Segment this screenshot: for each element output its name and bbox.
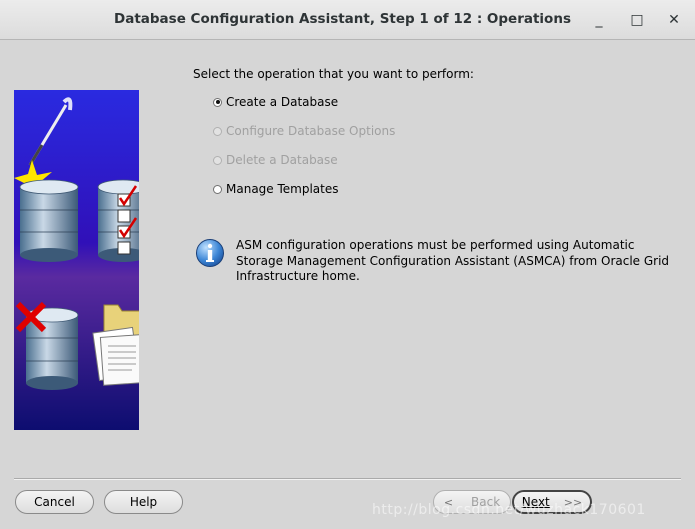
option-configure-database-options: Configure Database Options (213, 123, 395, 139)
cancel-button[interactable]: Cancel (15, 490, 94, 514)
maximize-button[interactable]: □ (626, 9, 648, 31)
help-button[interactable]: Help (104, 490, 183, 514)
watermark: http://blog.csdn.net/wuzhack170601 (372, 502, 646, 518)
option-label: Create a Database (226, 95, 339, 109)
option-label: Manage Templates (226, 182, 339, 196)
minimize-button[interactable]: _ (588, 9, 610, 31)
option-label: Delete a Database (226, 153, 338, 167)
dialog-content: Select the operation that you want to pe… (0, 40, 695, 529)
option-delete-database: Delete a Database (213, 152, 338, 168)
radio-button (213, 155, 222, 165)
footer-separator (14, 478, 681, 480)
wizard-illustration (14, 90, 139, 430)
option-create-database[interactable]: Create a Database (213, 94, 338, 110)
info-icon (196, 239, 224, 267)
radio-button[interactable] (213, 97, 222, 107)
asm-info-message: ASM configuration operations must be per… (236, 238, 670, 283)
close-button[interactable]: ✕ (663, 9, 685, 31)
radio-button[interactable] (213, 184, 222, 194)
title-bar: Database Configuration Assistant, Step 1… (0, 0, 695, 40)
option-manage-templates[interactable]: Manage Templates (213, 181, 339, 197)
operation-prompt: Select the operation that you want to pe… (193, 67, 474, 81)
option-label: Configure Database Options (226, 124, 396, 138)
window-title: Database Configuration Assistant, Step 1… (114, 11, 571, 27)
radio-button (213, 126, 222, 136)
